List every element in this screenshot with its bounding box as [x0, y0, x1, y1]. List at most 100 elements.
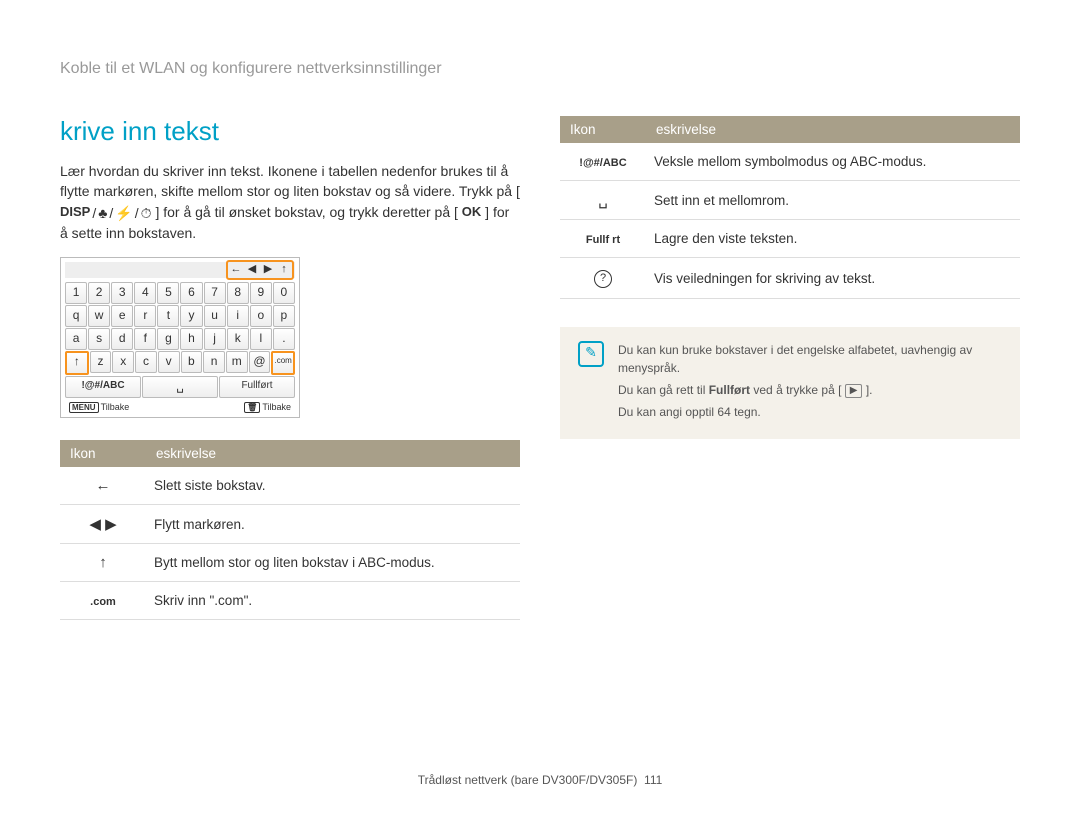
row-desc: Lagre den viste teksten. — [646, 220, 1020, 258]
key[interactable]: 5 — [157, 282, 179, 304]
table-row: ← Slett siste bokstav. — [60, 467, 520, 505]
keyboard-footer: MENUTilbake 🗑Tilbake — [65, 402, 295, 413]
back-icon: ← — [60, 467, 146, 505]
th-desc: eskrivelse — [646, 116, 1020, 143]
key[interactable]: m — [226, 351, 248, 373]
row-desc: Skriv inn ".com". — [146, 582, 520, 620]
key[interactable]: o — [250, 305, 272, 327]
done-icon: Fullf rt — [560, 220, 646, 258]
done-key[interactable]: Fullført — [219, 376, 295, 398]
key[interactable]: 8 — [227, 282, 249, 304]
key[interactable]: k — [227, 328, 249, 350]
key[interactable]: f — [134, 328, 156, 350]
key[interactable]: d — [111, 328, 133, 350]
key[interactable]: q — [65, 305, 87, 327]
space-icon: ␣ — [560, 181, 646, 220]
mode-key[interactable]: !@#/ABC — [65, 376, 141, 398]
onscreen-keyboard: ← ◀ ▶ ↑ 1 2 3 4 5 6 7 8 9 0 q w — [60, 257, 300, 418]
intro-text-b: ] for å gå til ønsket bokstav, og trykk … — [155, 204, 457, 220]
key[interactable]: y — [180, 305, 202, 327]
key-row-a: a s d f g h j k l . — [65, 328, 295, 350]
key[interactable]: s — [88, 328, 110, 350]
key[interactable]: 3 — [111, 282, 133, 304]
nav-buttons-inline: DISP/♣/⚡/⏱ — [60, 203, 152, 223]
tool-back-icon: ← — [228, 262, 244, 278]
key[interactable]: g — [157, 328, 179, 350]
key[interactable]: a — [65, 328, 87, 350]
table-row: !@#/ABC Veksle mellom symbolmodus og ABC… — [560, 143, 1020, 181]
table-row: ? Vis veiledningen for skriving av tekst… — [560, 258, 1020, 299]
timer-icon: ⏱ — [141, 203, 152, 223]
dotcom-key[interactable]: .com — [271, 351, 295, 375]
key[interactable]: l — [250, 328, 272, 350]
icon-table-left: Ikon eskrivelse ← Slett siste bokstav. ◀… — [60, 440, 520, 620]
page-title: krive inn tekst — [60, 116, 520, 147]
footer-text: Trådløst nettverk (bare DV300F/DV305F) — [418, 773, 638, 787]
key[interactable]: p — [273, 305, 295, 327]
row-desc: Veksle mellom symbolmodus og ABC-modus. — [646, 143, 1020, 181]
dotcom-icon: .com — [60, 582, 146, 620]
th-icon: Ikon — [560, 116, 646, 143]
breadcrumb: Koble til et WLAN og konfigurere nettver… — [60, 60, 1020, 78]
row-desc: Sett inn et mellomrom. — [646, 181, 1020, 220]
key[interactable]: @ — [249, 351, 271, 373]
th-icon: Ikon — [60, 440, 146, 467]
key[interactable]: h — [180, 328, 202, 350]
flash-icon: ⚡ — [115, 203, 132, 223]
table-row: ◀ ▶ Flytt markøren. — [60, 505, 520, 544]
key[interactable]: 9 — [250, 282, 272, 304]
note-line-1: Du kan kun bruke bokstaver i det engelsk… — [618, 341, 1002, 377]
table-row: Fullf rt Lagre den viste teksten. — [560, 220, 1020, 258]
key[interactable]: v — [158, 351, 180, 373]
key[interactable]: 4 — [134, 282, 156, 304]
ok-button-inline: OK — [462, 203, 482, 222]
key[interactable]: e — [111, 305, 133, 327]
page-footer: Trådløst nettverk (bare DV300F/DV305F) 1… — [0, 773, 1080, 787]
row-desc: Bytt mellom stor og liten bokstav i ABC-… — [146, 544, 520, 582]
left-column: krive inn tekst Lær hvordan du skriver i… — [60, 116, 520, 620]
menu-back-label: MENUTilbake — [69, 402, 129, 413]
key[interactable]: 7 — [204, 282, 226, 304]
key[interactable]: c — [135, 351, 157, 373]
shift-key[interactable]: ↑ — [65, 351, 89, 375]
table-row: ↑ Bytt mellom stor og liten bokstav i AB… — [60, 544, 520, 582]
key[interactable]: 6 — [180, 282, 202, 304]
key[interactable]: u — [204, 305, 226, 327]
key[interactable]: x — [112, 351, 134, 373]
help-icon: ? — [560, 258, 646, 299]
key[interactable]: 1 — [65, 282, 87, 304]
tool-up-icon: ↑ — [276, 262, 292, 278]
mode-icon: !@#/ABC — [560, 143, 646, 181]
key[interactable]: 2 — [88, 282, 110, 304]
key[interactable]: z — [90, 351, 112, 373]
right-column: Ikon eskrivelse !@#/ABC Veksle mellom sy… — [560, 116, 1020, 620]
tool-right-icon: ▶ — [260, 262, 276, 278]
key-row-q: q w e r t y u i o p — [65, 305, 295, 327]
note-box: ✎ Du kan kun bruke bokstaver i det engel… — [560, 327, 1020, 439]
note-line-3: Du kan angi opptil 64 tegn. — [618, 403, 1002, 421]
key[interactable]: j — [204, 328, 226, 350]
table-row: .com Skriv inn ".com". — [60, 582, 520, 620]
key[interactable]: . — [273, 328, 295, 350]
content-columns: krive inn tekst Lær hvordan du skriver i… — [60, 116, 1020, 620]
tool-left-icon: ◀ — [244, 262, 260, 278]
down-icon: ♣ — [98, 203, 107, 223]
key[interactable]: 0 — [273, 282, 295, 304]
note-body: Du kan kun bruke bokstaver i det engelsk… — [618, 341, 1002, 425]
key-row-bottom: !@#/ABC ␣ Fullført — [65, 376, 295, 398]
key[interactable]: n — [203, 351, 225, 373]
key[interactable]: r — [134, 305, 156, 327]
keyboard-toolbar: ← ◀ ▶ ↑ — [65, 262, 295, 278]
up-icon: ↑ — [60, 544, 146, 582]
note-line-2: Du kan gå rett til Fullført ved å trykke… — [618, 381, 1002, 399]
key[interactable]: b — [181, 351, 203, 373]
left-right-icon: ◀ ▶ — [60, 505, 146, 544]
space-key[interactable]: ␣ — [142, 376, 218, 398]
key[interactable]: w — [88, 305, 110, 327]
key[interactable]: i — [227, 305, 249, 327]
trash-back-label: 🗑Tilbake — [244, 402, 291, 413]
table-row: ␣ Sett inn et mellomrom. — [560, 181, 1020, 220]
key[interactable]: t — [157, 305, 179, 327]
row-desc: Vis veiledningen for skriving av tekst. — [646, 258, 1020, 299]
page-number: 111 — [644, 773, 662, 787]
